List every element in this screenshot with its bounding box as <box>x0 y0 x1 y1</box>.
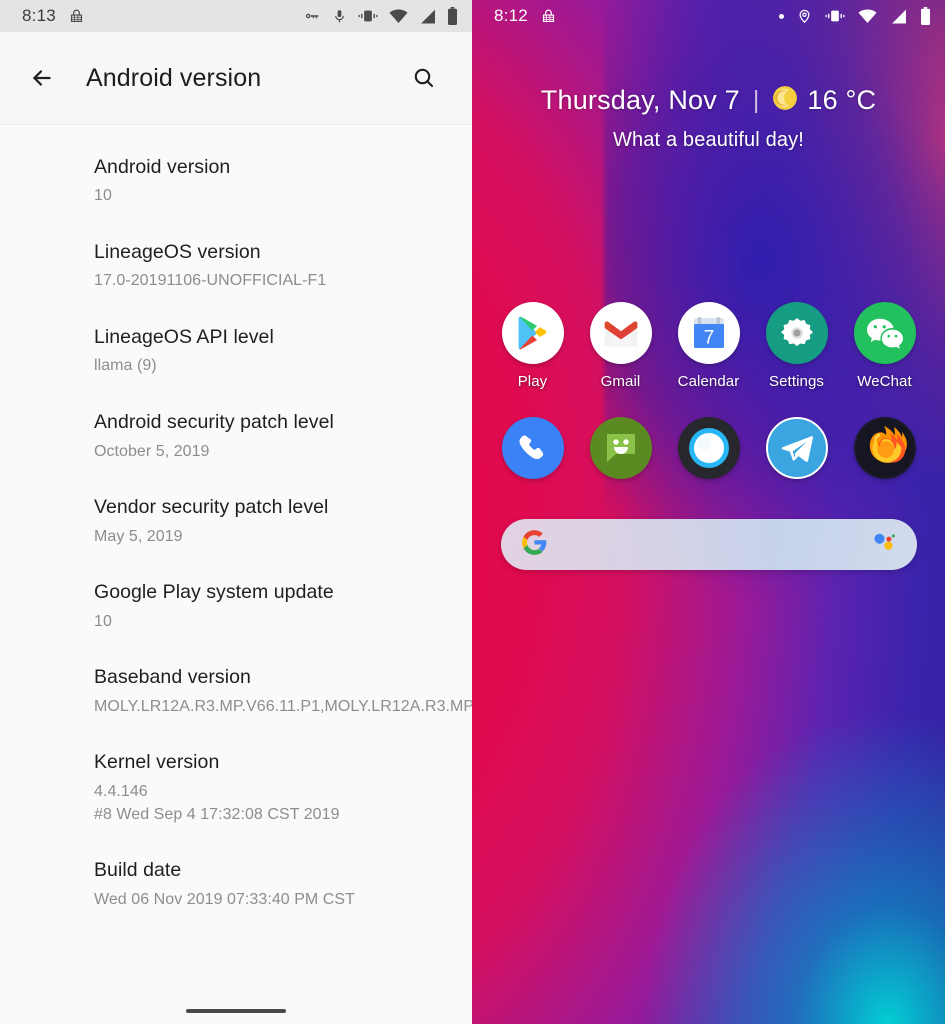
list-item[interactable]: Build date Wed 06 Nov 2019 07:33:40 PM C… <box>0 842 472 927</box>
battery-icon <box>920 7 931 25</box>
left-status-bar: 8:13 <box>0 0 472 32</box>
list-item-title: LineageOS version <box>94 241 261 264</box>
list-item-value: 10 <box>94 187 112 205</box>
status-bar-clock: 8:13 <box>22 6 56 25</box>
widget-message: What a beautiful day! <box>612 129 805 151</box>
phone-icon <box>501 417 564 479</box>
list-item-title: Android version <box>94 156 231 178</box>
search-icon <box>414 68 434 88</box>
list-item[interactable]: Kernel version 4.4.146 #8 Wed Sep 4 17:3… <box>0 734 472 842</box>
status-bar-clock: 8:12 <box>494 6 528 25</box>
location-icon <box>797 7 812 25</box>
list-item-value: 10 <box>94 612 112 630</box>
back-button[interactable] <box>20 56 64 100</box>
list-item[interactable]: Baseband version MOLY.LR12A.R3.MP.V66.11… <box>0 649 472 734</box>
list-item[interactable]: LineageOS API level llama (9) <box>0 309 472 394</box>
google-g-icon <box>521 529 548 561</box>
app-settings[interactable]: Settings <box>760 302 834 390</box>
settings-list: Android version 10 LineageOS version 17.… <box>0 125 472 927</box>
app-label: Calendar <box>677 373 740 390</box>
home-screen-panel: 8:12 Thursday, Nov 7 | 16 °C What a beau… <box>472 0 945 1024</box>
play-store-icon <box>501 302 564 364</box>
app-phone[interactable] <box>496 417 570 488</box>
list-item[interactable]: Android security patch level October 5, … <box>0 394 472 479</box>
telegram-icon <box>765 417 828 479</box>
list-item-value: llama (9) <box>94 357 157 375</box>
search-button[interactable] <box>404 58 444 98</box>
moon-icon <box>772 85 798 116</box>
lock-screenshot-icon <box>540 8 557 25</box>
app-firefox[interactable] <box>848 417 922 488</box>
app-row-2 <box>472 417 945 488</box>
date-weather-row: Thursday, Nov 7 | 16 °C <box>472 85 945 116</box>
vibrate-icon <box>358 8 378 24</box>
app-calendar[interactable]: 7 Calendar <box>672 302 746 390</box>
list-item-value: Wed 06 Nov 2019 07:33:40 PM CST <box>94 890 355 908</box>
messaging-icon <box>589 417 652 479</box>
widget-separator: | <box>752 86 760 114</box>
wechat-icon <box>853 302 916 364</box>
status-bar-right-group <box>303 7 458 25</box>
app-messaging[interactable] <box>584 417 658 488</box>
widget-temperature: 16 °C <box>807 85 877 115</box>
app-gmail[interactable]: Gmail <box>584 302 658 390</box>
signal-icon <box>419 9 436 24</box>
settings-gear-icon <box>765 302 828 364</box>
app-grid: Play Gmail 7 Calendar Settings WeChat <box>472 302 945 488</box>
list-item[interactable]: Vendor security patch level May 5, 2019 <box>0 479 472 564</box>
list-item-title: LineageOS API level <box>94 326 274 349</box>
list-item-title: Build date <box>94 859 182 882</box>
app-play[interactable]: Play <box>496 302 570 390</box>
list-item-value: October 5, 2019 <box>94 442 210 460</box>
lock-screenshot-icon <box>68 8 85 25</box>
date-weather-widget[interactable]: Thursday, Nov 7 | 16 °C What a beautiful… <box>472 85 945 152</box>
list-item[interactable]: LineageOS version 17.0-20191106-UNOFFICI… <box>0 224 472 309</box>
google-search-bar[interactable] <box>500 519 917 570</box>
notification-dot-icon <box>779 13 784 19</box>
gesture-nav-pill[interactable] <box>186 1009 286 1013</box>
widget-date: Thursday, Nov 7 <box>540 85 740 115</box>
app-camera[interactable] <box>672 417 746 488</box>
signal-icon <box>890 9 907 24</box>
list-item-title: Android security patch level <box>94 411 334 434</box>
calendar-day-number: 7 <box>703 328 714 349</box>
list-item-value: MOLY.LR12A.R3.MP.V66.11.P1,MOLY.LR12A.R3… <box>94 697 472 715</box>
list-item-value: 17.0-20191106-UNOFFICIAL-F1 <box>94 272 327 290</box>
app-telegram[interactable] <box>760 417 834 488</box>
status-bar-left-group: 8:13 <box>22 6 85 26</box>
camera-icon <box>677 417 740 479</box>
vibrate-icon <box>825 8 845 24</box>
app-label: Gmail <box>600 373 641 390</box>
list-item-title: Vendor security patch level <box>94 496 329 519</box>
app-label: Play <box>517 373 548 390</box>
list-item-value: 4.4.146 #8 Wed Sep 4 17:32:08 CST 2019 <box>94 782 340 823</box>
list-item[interactable]: Google Play system update 10 <box>0 564 472 649</box>
settings-panel: 8:13 Android version Android version 10 … <box>0 0 472 1024</box>
status-bar-right-group <box>779 7 931 25</box>
page-title: Android version <box>86 63 262 92</box>
wifi-icon <box>858 9 877 24</box>
app-label: WeChat <box>857 373 912 390</box>
vpn-key-icon <box>303 7 321 25</box>
app-label: Settings <box>769 373 824 390</box>
microphone-icon <box>332 8 347 25</box>
list-item-title: Baseband version <box>94 666 251 689</box>
calendar-icon: 7 <box>677 302 740 364</box>
firefox-icon <box>853 417 916 479</box>
app-row-1: Play Gmail 7 Calendar Settings WeChat <box>472 302 945 390</box>
app-wechat[interactable]: WeChat <box>848 302 922 390</box>
list-item-value: May 5, 2019 <box>94 527 183 545</box>
wifi-icon <box>389 9 408 24</box>
gmail-icon <box>589 302 652 364</box>
google-assistant-icon[interactable] <box>871 529 897 560</box>
list-item-title: Google Play system update <box>94 581 334 604</box>
home-status-bar: 8:12 <box>472 0 945 32</box>
settings-toolbar: Android version <box>0 32 472 125</box>
wallpaper-swirl <box>604 0 945 1024</box>
battery-icon <box>447 7 458 25</box>
back-arrow-icon <box>33 70 51 86</box>
list-item-title: Kernel version <box>94 751 220 774</box>
list-item[interactable]: Android version 10 <box>0 139 472 224</box>
status-bar-left-group: 8:12 <box>494 6 557 26</box>
